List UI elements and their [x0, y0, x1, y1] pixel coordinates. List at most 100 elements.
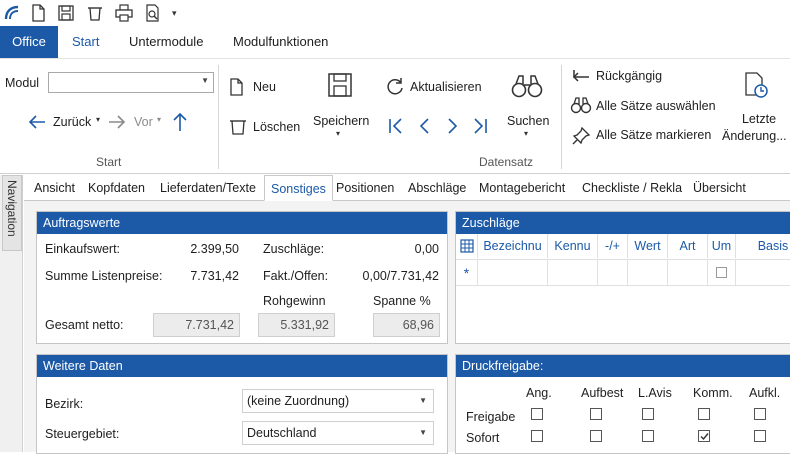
grid-column-header[interactable]: Basis — [736, 234, 790, 258]
grid-column-header[interactable]: Kennu — [548, 234, 598, 258]
search-dropdown-icon[interactable]: ▾ — [524, 129, 528, 138]
new-doc-icon[interactable] — [228, 77, 246, 97]
last-record-icon[interactable] — [471, 116, 489, 136]
save-dropdown-icon[interactable]: ▾ — [336, 129, 340, 138]
last-changes-label-2[interactable]: Änderung... — [722, 129, 787, 143]
modul-combo[interactable]: ▼ — [48, 72, 214, 93]
steuergebiet-select[interactable]: Deutschland ▼ — [242, 421, 434, 445]
content-area: Auftragswerte Einkaufswert: 2.399,50 Sum… — [24, 201, 790, 454]
floppy-icon[interactable] — [327, 72, 353, 98]
next-record-icon[interactable] — [444, 116, 462, 136]
last-changes-label-1: Letzte — [741, 112, 777, 126]
customize-dropdown-icon[interactable]: ▾ — [172, 3, 184, 23]
grid-column-header[interactable]: Bezeichnu — [478, 234, 548, 258]
tab-sonstiges[interactable]: Sonstiges — [264, 175, 333, 201]
druckfreigabe-checkbox[interactable] — [531, 408, 543, 420]
grid-cell[interactable] — [668, 260, 708, 286]
delete-icon[interactable] — [85, 3, 105, 23]
print-icon[interactable] — [114, 3, 134, 23]
grid-cell[interactable] — [736, 260, 790, 286]
trash-icon[interactable] — [228, 116, 248, 136]
um-checkbox[interactable] — [716, 267, 727, 278]
last-changes-button[interactable]: Letzte — [737, 112, 781, 126]
prev-record-icon[interactable] — [415, 116, 433, 136]
druckfreigabe-checkbox[interactable] — [754, 430, 766, 442]
mark-all-button[interactable]: Alle Sätze markieren — [596, 128, 711, 142]
save-icon[interactable] — [56, 3, 76, 23]
office-menu-tab[interactable]: Office — [0, 26, 58, 58]
grid-new-row[interactable]: * — [456, 260, 790, 286]
tab-lieferdaten-texte[interactable]: Lieferdaten/Texte — [154, 175, 262, 201]
grid-cell[interactable] — [548, 260, 598, 286]
druckfreigabe-panel: Druckfreigabe: Ang. Aufbest L.Avis Komm.… — [455, 354, 790, 454]
group-separator — [218, 65, 219, 169]
grid-cell[interactable] — [598, 260, 628, 286]
zuschlaege-label: Zuschläge: — [263, 242, 325, 256]
grid-cell[interactable] — [708, 260, 736, 286]
steuergebiet-label: Steuergebiet: — [45, 427, 120, 441]
tab-ansicht[interactable]: Ansicht — [28, 175, 81, 201]
grid-column-header[interactable]: Art — [668, 234, 708, 258]
refresh-icon[interactable] — [385, 76, 405, 96]
tab-montagebericht[interactable]: Montagebericht — [473, 175, 571, 201]
pin-icon[interactable] — [571, 126, 591, 146]
tab-uebersicht[interactable]: Übersicht — [687, 175, 752, 201]
druck-col-header: Komm. — [693, 386, 733, 400]
arrow-right-icon[interactable] — [107, 112, 127, 132]
delete-button[interactable]: Löschen — [253, 120, 300, 134]
menu-tab-untermodule[interactable]: Untermodule — [115, 26, 217, 58]
auftragswerte-title: Auftragswerte — [37, 212, 447, 234]
grid-header: Bezeichnu Kennu -/+ Wert Art Um Basis — [456, 234, 790, 260]
forward-dropdown-icon[interactable]: ▾ — [157, 115, 161, 124]
navigation-tab[interactable]: Navigation — [2, 175, 22, 251]
new-doc-icon[interactable] — [28, 3, 48, 23]
druckfreigabe-checkbox[interactable] — [590, 408, 602, 420]
arrow-up-icon[interactable] — [170, 111, 190, 133]
back-dropdown-icon[interactable]: ▾ — [96, 115, 100, 124]
first-record-icon[interactable] — [387, 116, 405, 136]
grid-column-header[interactable]: Wert — [628, 234, 668, 258]
new-button[interactable]: Neu — [253, 80, 276, 94]
tab-positionen[interactable]: Positionen — [330, 175, 400, 201]
preview-icon[interactable] — [143, 3, 163, 23]
rohgewinn-label: Rohgewinn — [263, 294, 326, 308]
grid-cell[interactable] — [478, 260, 548, 286]
bezirk-select[interactable]: (keine Zuordnung) ▼ — [242, 389, 434, 413]
druckfreigabe-checkbox[interactable] — [754, 408, 766, 420]
grid-column-header[interactable]: -/+ — [598, 234, 628, 258]
menu-tab-modulfunktionen[interactable]: Modulfunktionen — [219, 26, 342, 58]
gesamt-netto-field[interactable]: 7.731,42 — [153, 313, 240, 337]
history-doc-icon[interactable] — [742, 71, 770, 99]
tab-checkliste-rekla[interactable]: Checkliste / Rekla — [576, 175, 688, 201]
page-tabs: Ansicht Kopfdaten Lieferdaten/Texte Sons… — [24, 175, 790, 201]
app-logo-icon[interactable] — [2, 3, 22, 23]
rohgewinn-field[interactable]: 5.331,92 — [258, 313, 335, 337]
binoculars-icon[interactable] — [570, 96, 592, 114]
druckfreigabe-checkbox[interactable] — [531, 430, 543, 442]
druckfreigabe-checkbox[interactable] — [642, 408, 654, 420]
tab-abschlaege[interactable]: Abschläge — [402, 175, 472, 201]
zuschlaege-value: 0,00 — [414, 242, 439, 256]
grid-cell[interactable] — [628, 260, 668, 286]
grid-column-header[interactable]: Um — [708, 234, 736, 258]
undo-button[interactable]: Rückgängig — [596, 69, 662, 83]
refresh-button[interactable]: Aktualisieren — [410, 80, 482, 94]
save-button[interactable]: Speichern — [313, 114, 369, 128]
binoculars-icon[interactable] — [510, 73, 544, 99]
back-button[interactable]: Zurück — [53, 115, 91, 129]
druckfreigabe-checkbox[interactable] — [698, 408, 710, 420]
druckfreigabe-checkbox[interactable] — [698, 430, 710, 442]
druckfreigabe-checkbox[interactable] — [642, 430, 654, 442]
menu-tab-start[interactable]: Start — [58, 26, 113, 58]
druckfreigabe-checkbox[interactable] — [590, 430, 602, 442]
undo-icon[interactable] — [570, 67, 592, 85]
search-button[interactable]: Suchen — [507, 114, 549, 128]
arrow-left-icon[interactable] — [27, 112, 47, 132]
tab-kopfdaten[interactable]: Kopfdaten — [82, 175, 151, 201]
forward-button[interactable]: Vor — [134, 115, 153, 129]
spanne-field[interactable]: 68,96 — [373, 313, 440, 337]
bezirk-value: (keine Zuordnung) — [247, 394, 350, 408]
select-all-button[interactable]: Alle Sätze auswählen — [596, 99, 716, 113]
grid-options-icon[interactable] — [456, 234, 478, 258]
weitere-daten-title: Weitere Daten — [37, 355, 447, 377]
